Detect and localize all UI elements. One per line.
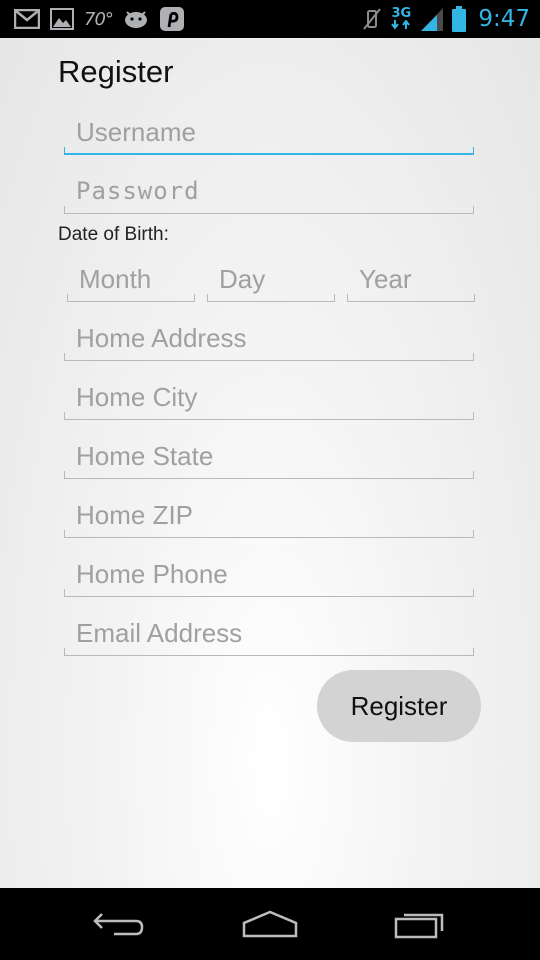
month-underline <box>67 294 195 302</box>
android-icon <box>123 8 149 30</box>
email-field[interactable] <box>64 612 474 656</box>
home-zip-underline <box>64 530 474 538</box>
home-city-underline <box>64 412 474 420</box>
day-underline <box>207 294 335 302</box>
username-underline <box>64 147 474 155</box>
register-screen: Register Date of Birth: <box>0 38 540 888</box>
home-zip-field[interactable] <box>64 494 474 538</box>
status-bar: 70° 3G 9:47 <box>0 0 540 38</box>
home-address-field[interactable] <box>64 317 474 361</box>
vibrate-mute-icon <box>362 8 382 30</box>
email-underline <box>64 648 474 656</box>
year-underline <box>347 294 475 302</box>
home-state-underline <box>64 471 474 479</box>
recent-apps-icon[interactable] <box>380 902 460 946</box>
pinterest-icon <box>159 7 185 31</box>
navigation-bar <box>0 888 540 960</box>
home-phone-field[interactable] <box>64 553 474 597</box>
day-field[interactable] <box>207 258 335 302</box>
gallery-icon <box>50 8 74 30</box>
signal-strength-icon <box>420 8 444 31</box>
gmail-icon <box>14 8 40 30</box>
home-address-underline <box>64 353 474 361</box>
year-field[interactable] <box>347 258 475 302</box>
month-field[interactable] <box>67 258 195 302</box>
home-state-field[interactable] <box>64 435 474 479</box>
home-phone-underline <box>64 589 474 597</box>
battery-icon <box>452 6 467 32</box>
date-of-birth-label: Date of Birth: <box>58 224 169 245</box>
home-icon[interactable] <box>230 902 310 946</box>
network-type-icon: 3G <box>390 7 412 30</box>
back-icon[interactable] <box>80 902 160 946</box>
home-city-field[interactable] <box>64 376 474 420</box>
password-underline <box>64 206 474 214</box>
clock-time: 9:47 <box>478 6 530 32</box>
notification-icons: 70° <box>14 6 185 32</box>
register-button[interactable]: Register <box>317 670 481 742</box>
username-field[interactable] <box>64 111 474 155</box>
password-field[interactable] <box>64 170 474 214</box>
page-title: Register <box>58 54 174 89</box>
system-icons: 3G 9:47 <box>362 4 530 34</box>
weather-temperature: 70° <box>84 8 114 30</box>
